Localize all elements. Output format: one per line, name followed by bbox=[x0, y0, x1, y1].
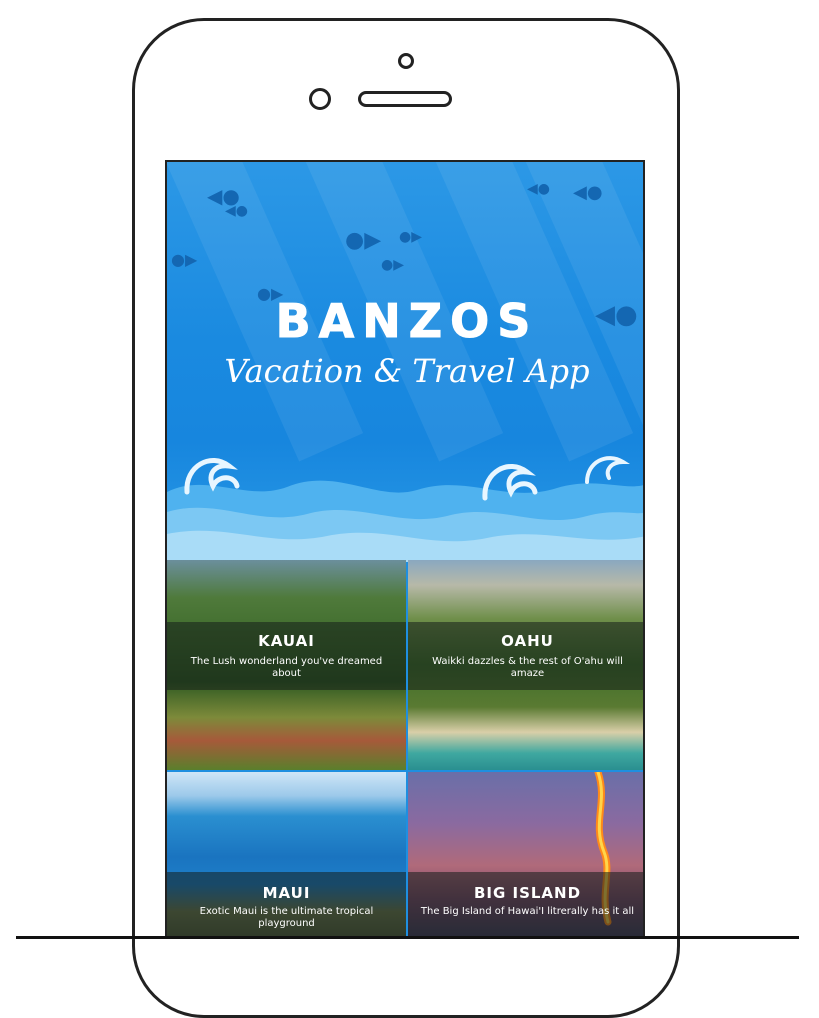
destination-tile-kauai[interactable]: KAUAI The Lush wonderland you've dreamed… bbox=[167, 560, 406, 770]
destination-name: BIG ISLAND bbox=[473, 884, 582, 902]
fish-icon: ●▶ bbox=[345, 228, 382, 253]
fish-icon: ●▶ bbox=[399, 229, 422, 245]
destination-description: Waikki dazzles & the rest of O'ahu will … bbox=[432, 656, 623, 679]
fish-icon: ●▶ bbox=[381, 257, 404, 273]
fish-icon: ◀● bbox=[527, 181, 550, 197]
destination-tile-maui[interactable]: MAUI Exotic Maui is the ultimate tropica… bbox=[167, 772, 406, 937]
destination-tile-oahu[interactable]: OAHU Waikki dazzles & the rest of O'ahu … bbox=[408, 560, 643, 770]
front-camera bbox=[398, 53, 414, 69]
fish-icon: ◀● bbox=[225, 203, 248, 219]
hero-banner: ◀● ◀● ●▶ ●▶ ●▶ ●▶ ●▶ ◀● ◀● ◀● BANZOS Vac… bbox=[167, 162, 643, 562]
fish-icon: ●▶ bbox=[171, 250, 198, 269]
app-title: BANZOS bbox=[275, 294, 539, 349]
app-screen: ◀● ◀● ●▶ ●▶ ●▶ ●▶ ●▶ ◀● ◀● ◀● BANZOS Vac… bbox=[165, 160, 645, 937]
ground-line bbox=[16, 936, 799, 939]
proximity-sensor bbox=[309, 88, 331, 110]
destination-name: MAUI bbox=[262, 884, 311, 902]
destination-name: OAHU bbox=[501, 632, 554, 650]
waves-illustration bbox=[167, 456, 643, 562]
destination-description: Exotic Maui is the ultimate tropical pla… bbox=[199, 906, 374, 929]
destination-tile-big-island[interactable]: BIG ISLAND The Big Island of Hawai'I lit… bbox=[408, 772, 643, 937]
earpiece-speaker bbox=[358, 91, 452, 107]
destination-grid: KAUAI The Lush wonderland you've dreamed… bbox=[167, 560, 643, 937]
destination-description: The Big Island of Hawai'I litrerally has… bbox=[420, 906, 635, 917]
destination-description: The Lush wonderland you've dreamed about bbox=[190, 656, 383, 679]
fish-icon: ◀● bbox=[573, 182, 603, 203]
app-subtitle: Vacation & Travel App bbox=[224, 352, 590, 390]
destination-name: KAUAI bbox=[258, 632, 315, 650]
